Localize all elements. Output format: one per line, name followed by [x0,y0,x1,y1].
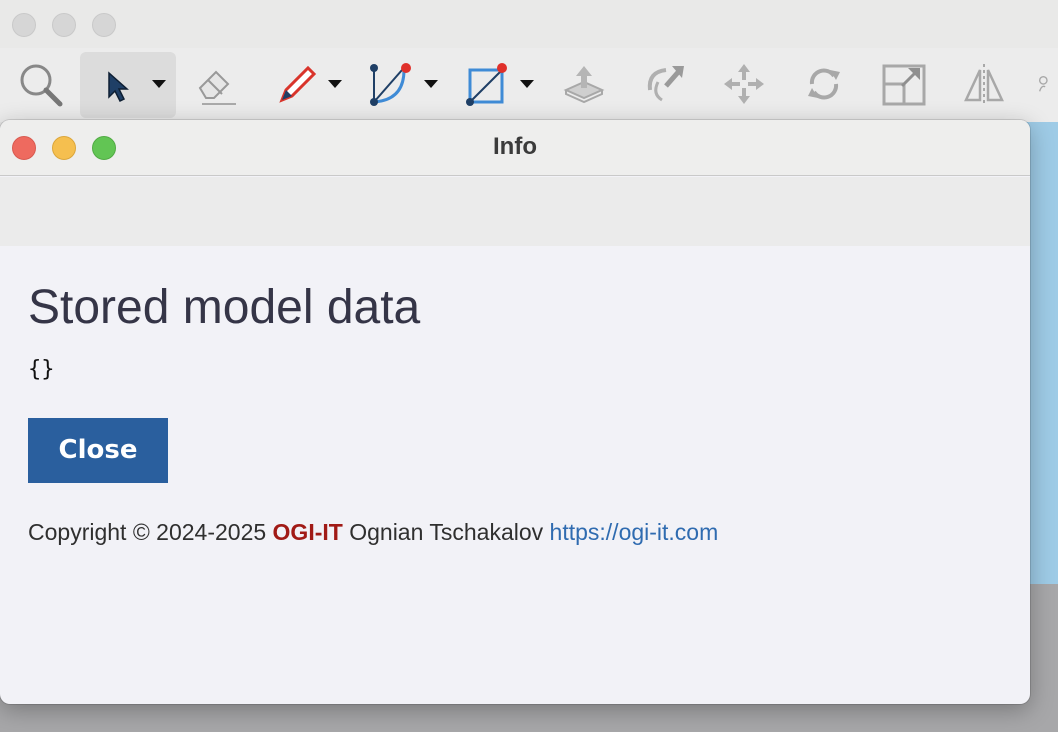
revolve-icon[interactable] [636,58,692,110]
mirror-icon[interactable] [956,58,1012,110]
scale-icon[interactable] [876,58,932,110]
close-button[interactable]: Close [28,417,168,483]
extrude-icon[interactable] [556,58,612,110]
arc-icon[interactable] [362,58,418,110]
background-titlebar [0,0,1058,48]
dialog-toolbar-area [0,177,1030,246]
measure-icon[interactable] [1036,58,1058,110]
bg-zoom-light[interactable] [92,13,116,37]
select-dropdown-arrow-icon[interactable] [152,80,166,88]
rotate-icon[interactable] [796,58,852,110]
minimize-window-button[interactable] [52,136,76,160]
bg-minimize-light[interactable] [52,13,76,37]
dialog-titlebar: Info [0,120,1030,176]
move-arrows-icon[interactable] [716,58,772,110]
copyright-text: Copyright © 2024-2025 [28,518,267,545]
bg-close-light[interactable] [12,13,36,37]
dialog-content: Stored model data {} Close Copyright © 2… [28,246,1008,546]
website-link[interactable]: https://ogi-it.com [550,519,719,545]
magnifier-icon[interactable] [12,58,68,110]
arc-dropdown-arrow-icon[interactable] [424,80,438,88]
dialog-title: Info [493,133,537,160]
eraser-icon[interactable] [188,58,244,110]
rectangle-icon[interactable] [458,58,514,110]
pencil-icon[interactable] [268,58,324,110]
copyright-footer: Copyright © 2024-2025 OGI-IT Ognian Tsch… [28,519,1008,546]
tool-toolbar [0,48,1058,122]
zoom-window-button[interactable] [92,136,116,160]
author-name: Ognian Tschakalov [349,518,544,545]
model-data-text: {} [28,356,55,382]
rectangle-dropdown-arrow-icon[interactable] [520,80,534,88]
close-window-button[interactable] [12,136,36,160]
page-heading: Stored model data [28,281,421,334]
brand-name: OGI-IT [272,518,343,545]
info-dialog: Info Stored model data {} Close Copyrigh… [0,120,1030,704]
pen-dropdown-arrow-icon[interactable] [328,80,342,88]
